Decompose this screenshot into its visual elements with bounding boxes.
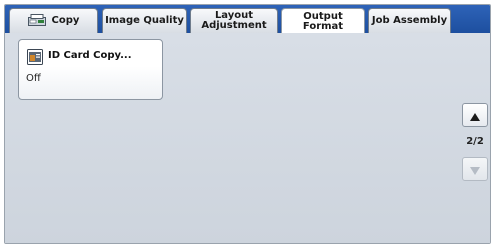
- tab-layout-adjustment[interactable]: Layout Adjustment: [190, 8, 278, 33]
- id-card-copy-label: ID Card Copy...: [48, 50, 132, 61]
- scroll-down-button[interactable]: [462, 157, 488, 181]
- id-card-copy-value: Off: [26, 73, 41, 84]
- id-card-icon: [27, 49, 43, 69]
- output-format-panel: ID Card Copy... Off 2/2: [5, 33, 490, 243]
- triangle-up-icon: [470, 106, 480, 125]
- tab-output-format[interactable]: Output Format: [281, 8, 365, 34]
- tab-image-quality-label: Image Quality: [105, 15, 184, 26]
- tab-job-assembly[interactable]: Job Assembly: [368, 8, 451, 33]
- tab-image-quality[interactable]: Image Quality: [102, 8, 187, 33]
- copy-icon: [27, 13, 46, 29]
- copy-screen: Copy Image Quality Layout Adjustment Out…: [4, 4, 491, 244]
- tab-copy[interactable]: Copy: [9, 8, 98, 33]
- tab-copy-label: Copy: [51, 15, 80, 26]
- id-card-copy-button[interactable]: ID Card Copy... Off: [18, 39, 163, 100]
- tab-job-assembly-label: Job Assembly: [371, 15, 448, 26]
- tab-output-format-label: Output Format: [302, 10, 344, 32]
- tab-layout-adjustment-label: Layout Adjustment: [201, 10, 267, 31]
- tab-bar: Copy Image Quality Layout Adjustment Out…: [5, 5, 490, 34]
- triangle-down-icon: [470, 160, 480, 179]
- scroll-up-button[interactable]: [462, 103, 488, 127]
- page-indicator: 2/2: [466, 136, 484, 147]
